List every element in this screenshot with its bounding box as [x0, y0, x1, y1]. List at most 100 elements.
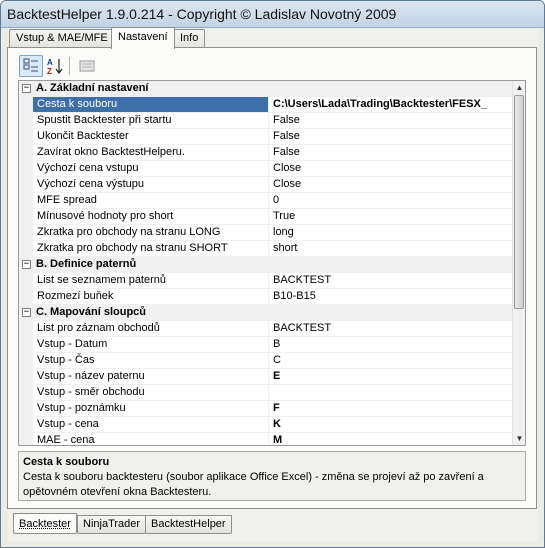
property-row[interactable]: List se seznamem paternů BACKTEST	[19, 273, 513, 289]
row-gutter	[19, 417, 33, 433]
collapse-toggle-icon[interactable]: −	[22, 260, 31, 269]
property-name[interactable]: Spustit Backtester při startu	[33, 113, 269, 129]
scroll-thumb[interactable]	[514, 95, 524, 309]
property-row[interactable]: Vstup - směr obchodu	[19, 385, 513, 401]
row-gutter	[19, 353, 33, 369]
description-title: Cesta k souboru	[23, 456, 110, 468]
property-name[interactable]: Vstup - směr obchodu	[33, 385, 269, 401]
property-name[interactable]: Cesta k souboru	[33, 97, 269, 113]
property-row[interactable]: Mínusové hodnoty pro short True	[19, 209, 513, 225]
property-value[interactable]: short	[269, 241, 513, 257]
property-value[interactable]: BACKTEST	[269, 321, 513, 337]
property-value[interactable]: C	[269, 353, 513, 369]
property-row[interactable]: Rozmezí buňek B10-B15	[19, 289, 513, 305]
property-row[interactable]: Zkratka pro obchody na stranu SHORT short	[19, 241, 513, 257]
property-row[interactable]: MAE - cena M	[19, 433, 513, 445]
property-row[interactable]: MFE spread 0	[19, 193, 513, 209]
row-gutter	[19, 289, 33, 305]
property-grid-rows: − A. Základní nastavení Cesta k souboru C:\…	[19, 81, 513, 445]
property-row[interactable]: Zavírat okno BacktestHelperu. False	[19, 145, 513, 161]
collapse-toggle-icon[interactable]: −	[22, 308, 31, 317]
categorized-button[interactable]	[19, 55, 43, 77]
alphabetical-button[interactable]: A Z	[43, 55, 67, 77]
property-row[interactable]: Vstup - cena K	[19, 417, 513, 433]
property-grid[interactable]: − A. Základní nastavení Cesta k souboru C:\…	[18, 80, 526, 446]
property-value[interactable]	[269, 385, 513, 401]
property-value[interactable]: True	[269, 209, 513, 225]
property-value[interactable]: False	[269, 113, 513, 129]
row-gutter	[19, 321, 33, 337]
category-label: B. Definice paternů	[36, 258, 137, 270]
property-row[interactable]: Vstup - název paternu E	[19, 369, 513, 385]
property-name[interactable]: Výchozí cena vstupu	[33, 161, 269, 177]
row-gutter	[19, 433, 33, 445]
property-value[interactable]: E	[269, 369, 513, 385]
property-name[interactable]: Zkratka pro obchody na stranu LONG	[33, 225, 269, 241]
property-name[interactable]: Vstup - poznámku	[33, 401, 269, 417]
property-value[interactable]: Close	[269, 177, 513, 193]
property-name[interactable]: Vstup - Čas	[33, 353, 269, 369]
property-row[interactable]: Vstup - Datum B	[19, 337, 513, 353]
property-name[interactable]: Výchozí cena výstupu	[33, 177, 269, 193]
property-name[interactable]: Vstup - cena	[33, 417, 269, 433]
property-value[interactable]: 0	[269, 193, 513, 209]
tab-ninjatrader[interactable]: NinjaTrader	[77, 515, 147, 534]
tab-backtesthelper[interactable]: BacktestHelper	[145, 515, 232, 534]
property-row[interactable]: Spustit Backtester při startu False	[19, 113, 513, 129]
property-row[interactable]: Vstup - Čas C	[19, 353, 513, 369]
property-name[interactable]: Ukončit Backtester	[33, 129, 269, 145]
property-row[interactable]: List pro záznam obchodů BACKTEST	[19, 321, 513, 337]
tab-nastaveni[interactable]: Nastavení	[111, 27, 175, 49]
row-gutter	[19, 401, 33, 417]
property-value[interactable]: False	[269, 129, 513, 145]
property-row[interactable]: Výchozí cena výstupu Close	[19, 177, 513, 193]
category-row[interactable]: − B. Definice paternů	[19, 257, 513, 273]
property-row[interactable]: Vstup - poznámku F	[19, 401, 513, 417]
row-gutter	[19, 97, 33, 113]
property-name[interactable]: List pro záznam obchodů	[33, 321, 269, 337]
property-name[interactable]: Zkratka pro obchody na stranu SHORT	[33, 241, 269, 257]
property-value[interactable]: F	[269, 401, 513, 417]
tab-label: Nastavení	[118, 31, 168, 43]
property-name[interactable]: MFE spread	[33, 193, 269, 209]
category-row[interactable]: − A. Základní nastavení	[19, 81, 513, 97]
title-bar[interactable]: BacktestHelper 1.9.0.214 - Copyright © L…	[1, 1, 544, 28]
property-value[interactable]: M	[269, 433, 513, 445]
property-value[interactable]: long	[269, 225, 513, 241]
property-value[interactable]: B10-B15	[269, 289, 513, 305]
collapse-toggle-icon[interactable]: −	[22, 84, 31, 93]
property-row[interactable]: Zkratka pro obchody na stranu LONG long	[19, 225, 513, 241]
property-row[interactable]: Výchozí cena vstupu Close	[19, 161, 513, 177]
property-value[interactable]: Close	[269, 161, 513, 177]
row-gutter	[19, 193, 33, 209]
tab-label: BacktestHelper	[151, 518, 226, 530]
category-row[interactable]: − C. Mapování sloupců	[19, 305, 513, 321]
property-row[interactable]: Cesta k souboru C:\Users\Lada\Trading\Bac…	[19, 97, 513, 113]
property-name[interactable]: Vstup - Datum	[33, 337, 269, 353]
property-name[interactable]: List se seznamem paternů	[33, 273, 269, 289]
property-row[interactable]: Ukončit Backtester False	[19, 129, 513, 145]
tab-label: NinjaTrader	[83, 518, 141, 530]
row-gutter	[19, 225, 33, 241]
property-name[interactable]: Rozmezí buňek	[33, 289, 269, 305]
row-gutter	[19, 385, 33, 401]
tab-vstup-mae-mfe[interactable]: Vstup & MAE/MFE	[9, 29, 115, 48]
row-gutter	[19, 337, 33, 353]
row-gutter	[19, 241, 33, 257]
property-value[interactable]: BACKTEST	[269, 273, 513, 289]
property-name[interactable]: Zavírat okno BacktestHelperu.	[33, 145, 269, 161]
tab-label: Info	[180, 32, 199, 44]
property-value[interactable]: C:\Users\Lada\Trading\Backtester\FESX_	[269, 97, 513, 113]
scroll-up-arrow-icon[interactable]: ▲	[513, 81, 525, 94]
scroll-down-arrow-icon[interactable]: ▼	[513, 432, 525, 445]
property-value[interactable]: K	[269, 417, 513, 433]
property-name[interactable]: Vstup - název paternu	[33, 369, 269, 385]
property-pages-button[interactable]	[75, 55, 99, 77]
tab-info[interactable]: Info	[173, 29, 206, 48]
tab-backtester[interactable]: Backtester	[13, 513, 77, 534]
vertical-scrollbar[interactable]: ▲ ▼	[512, 81, 525, 445]
property-value[interactable]: B	[269, 337, 513, 353]
property-name[interactable]: MAE - cena	[33, 433, 269, 445]
property-value[interactable]: False	[269, 145, 513, 161]
property-name[interactable]: Mínusové hodnoty pro short	[33, 209, 269, 225]
